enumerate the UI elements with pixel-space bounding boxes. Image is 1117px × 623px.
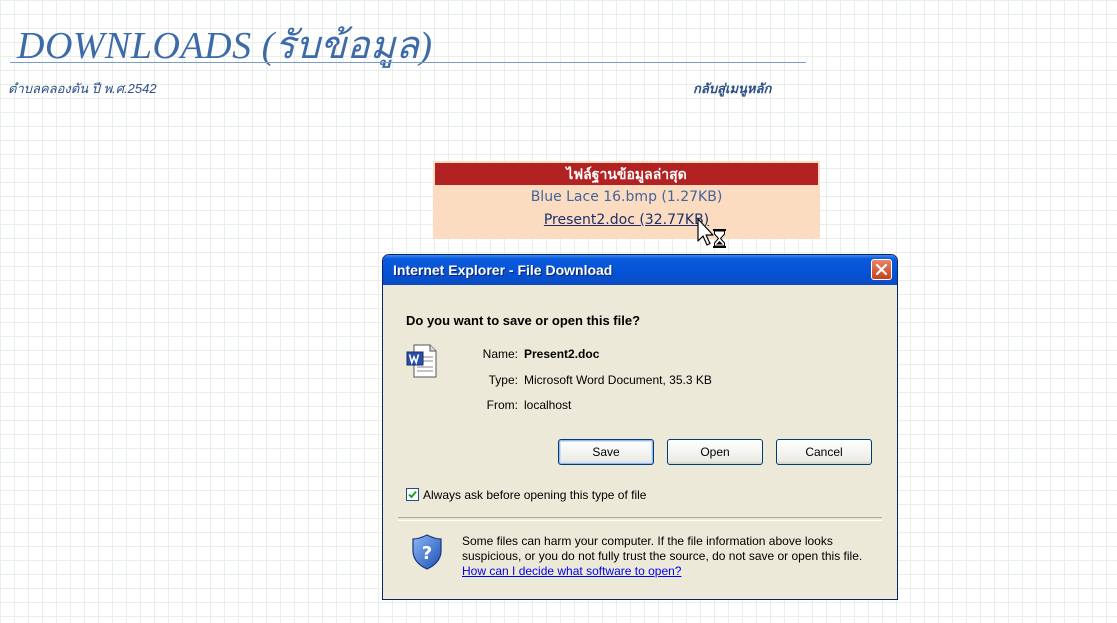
save-button[interactable]: Save: [558, 439, 654, 465]
security-warning: Some files can harm your computer. If th…: [462, 534, 882, 579]
security-warning-text: Some files can harm your computer. If th…: [462, 534, 863, 563]
file-type-label: Type:: [488, 373, 518, 387]
page-title: DOWNLOADS (รับข้อมูล): [17, 25, 433, 67]
download-question: Do you want to save or open this file?: [406, 313, 641, 328]
file-type-row: Type: Microsoft Word Document, 35.3 KB: [456, 373, 712, 387]
software-help-link[interactable]: How can I decide what software to open?: [462, 564, 681, 578]
file-name-label: Name:: [482, 347, 518, 361]
file-download-dialog: Internet Explorer - File Download Do you…: [382, 254, 898, 600]
shield-question-icon: ?: [412, 534, 442, 570]
close-button[interactable]: [871, 259, 892, 280]
file-name-row: Name: Present2.doc: [456, 347, 600, 361]
cancel-button[interactable]: Cancel: [776, 439, 872, 465]
latest-files-box: ไฟล์ฐานข้อมูลล่าสุด Blue Lace 16.bmp (1.…: [433, 161, 820, 239]
dialog-body: Do you want to save or open this file? N…: [386, 285, 894, 596]
dialog-title: Internet Explorer - File Download: [393, 262, 613, 278]
always-ask-row: Always ask before opening this type of f…: [406, 488, 646, 502]
file-from-label: From:: [486, 398, 518, 412]
file-link-present2[interactable]: Present2.doc (32.77KB): [433, 209, 820, 231]
title-divider: [10, 62, 806, 63]
checkmark-icon: [408, 490, 417, 499]
file-from-row: From: localhost: [456, 398, 572, 412]
file-name-value: Present2.doc: [524, 347, 600, 361]
latest-files-header: ไฟล์ฐานข้อมูลล่าสุด: [435, 163, 818, 185]
close-icon: [875, 263, 888, 276]
busy-cursor-icon: [697, 218, 726, 248]
open-button[interactable]: Open: [667, 439, 763, 465]
svg-text:?: ?: [422, 543, 432, 564]
always-ask-label: Always ask before opening this type of f…: [423, 488, 647, 502]
always-ask-checkbox[interactable]: [406, 488, 419, 501]
dialog-separator: [398, 517, 882, 521]
file-type-value: Microsoft Word Document, 35.3 KB: [524, 373, 712, 387]
home-menu-link[interactable]: กลับสู่เมนูหลัก: [693, 78, 771, 99]
file-from-value: localhost: [524, 398, 572, 412]
word-document-icon: [406, 344, 437, 378]
page-subtitle: ตำบลคลองตัน ปี พ.ศ.2542: [8, 81, 157, 96]
dialog-titlebar[interactable]: Internet Explorer - File Download: [383, 255, 897, 285]
file-link-blue-lace[interactable]: Blue Lace 16.bmp (1.27KB): [433, 185, 820, 209]
